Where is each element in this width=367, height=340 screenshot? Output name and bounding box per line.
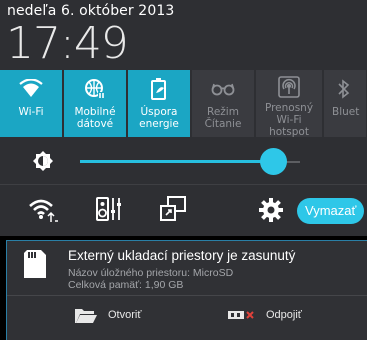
open-button[interactable]: Otvoriť bbox=[74, 303, 141, 327]
sound-settings-icon[interactable] bbox=[95, 195, 125, 227]
tile-reading-mode[interactable]: Režim Čítanie bbox=[192, 70, 254, 137]
screen-cast-icon[interactable] bbox=[158, 195, 188, 227]
notification-line: Názov úložného priestoru: MicroSD bbox=[68, 267, 234, 279]
brightness-icon bbox=[32, 150, 54, 176]
tile-label: Bluet bbox=[332, 106, 360, 118]
brightness-slider-thumb[interactable] bbox=[260, 148, 288, 175]
quick-settings-row: Wi-Fi Mobilné dátové Úspora energie Reži… bbox=[0, 70, 367, 138]
tile-label: Prenosný Wi-Fi hotspot bbox=[264, 102, 314, 138]
date-label: nedeľa 6. október 2013 bbox=[7, 3, 175, 19]
notification-card-storage[interactable]: Externý ukladací priestory je zasunutý N… bbox=[6, 240, 367, 340]
globe-data-icon bbox=[84, 76, 106, 102]
unmount-icon bbox=[226, 308, 256, 322]
notification-shade: nedeľa 6. október 2013 17:49 Wi-Fi Mobil… bbox=[0, 0, 367, 236]
tile-wifi[interactable]: Wi-Fi bbox=[0, 70, 62, 137]
settings-gear-icon[interactable] bbox=[258, 197, 284, 227]
open-label: Otvoriť bbox=[108, 309, 142, 321]
divider bbox=[0, 184, 367, 185]
hotspot-icon bbox=[278, 76, 300, 98]
clock[interactable]: 17:49 bbox=[6, 18, 129, 69]
glasses-icon bbox=[211, 76, 235, 102]
tile-mobile-data[interactable]: Mobilné dátové bbox=[64, 70, 126, 137]
clear-all-button[interactable]: Vymazať bbox=[297, 198, 365, 224]
notification-title: Externý ukladací priestory je zasunutý bbox=[68, 248, 296, 263]
shade-toolbar: Vymazať bbox=[0, 186, 367, 234]
eject-button[interactable]: Odpojiť bbox=[226, 303, 302, 327]
notification-line: Celková pamäť: 1,90 GB bbox=[68, 279, 184, 291]
tile-bluetooth[interactable]: Bluet bbox=[324, 70, 366, 137]
battery-saver-icon bbox=[149, 76, 169, 102]
brightness-row bbox=[0, 141, 367, 183]
wifi-settings-icon[interactable] bbox=[26, 195, 60, 227]
bluetooth-icon bbox=[332, 76, 350, 102]
folder-icon bbox=[74, 306, 98, 324]
brightness-fill bbox=[80, 160, 274, 163]
tile-hotspot[interactable]: Prenosný Wi-Fi hotspot bbox=[256, 70, 322, 138]
tile-power-saver[interactable]: Úspora energie bbox=[128, 70, 190, 137]
tile-label: Mobilné dátové bbox=[74, 106, 116, 130]
tile-label: Úspora energie bbox=[139, 106, 179, 130]
sd-card-icon bbox=[23, 249, 47, 283]
eject-label: Odpojiť bbox=[266, 309, 302, 321]
wifi-icon bbox=[19, 76, 43, 102]
divider bbox=[7, 295, 367, 296]
tile-label: Wi-Fi bbox=[18, 106, 44, 118]
tile-label: Režim Čítanie bbox=[204, 106, 242, 130]
